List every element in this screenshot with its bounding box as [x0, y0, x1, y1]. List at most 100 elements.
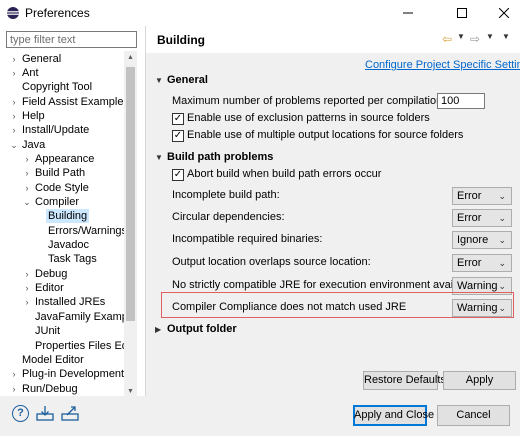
apply-and-close-button[interactable]: Apply and Close: [353, 405, 434, 426]
expand-arrow-icon[interactable]: ›: [9, 382, 19, 396]
expand-arrow-icon[interactable]: ›: [9, 367, 19, 381]
tree-item[interactable]: › Code Style: [0, 181, 124, 195]
build-path-section-title: Build path problems: [167, 151, 274, 163]
tree-item[interactable]: Javadoc: [0, 238, 124, 252]
preferences-sidebar: ›General›AntCopyright Tool›Field Assist …: [0, 26, 144, 411]
abort-build-checkbox[interactable]: ✓: [172, 169, 184, 181]
tree-item[interactable]: Properties Files Editor: [0, 339, 124, 353]
tree-item-label: Help: [22, 109, 45, 122]
scrollbar-thumb[interactable]: [126, 67, 135, 321]
build-path-section-header[interactable]: ▼ Build path problems: [155, 151, 273, 163]
general-section-header[interactable]: ▼ General: [155, 74, 208, 86]
expand-arrow-icon[interactable]: ›: [9, 52, 19, 66]
tree-item[interactable]: › Build Path: [0, 166, 124, 180]
tree-item[interactable]: › Appearance: [0, 152, 124, 166]
close-icon: [499, 8, 509, 18]
expand-arrow-icon[interactable]: ›: [22, 281, 32, 295]
expand-arrow-icon[interactable]: ›: [22, 152, 32, 166]
tree-item[interactable]: Task Tags: [0, 252, 124, 266]
page-header: Building ⇦ ▼ ⇨ ▼ ▼: [146, 26, 520, 53]
severity-row-label: Incomplete build path:: [172, 189, 280, 201]
expand-arrow-icon[interactable]: ›: [22, 166, 32, 180]
multiple-output-checkbox[interactable]: ✓: [172, 130, 184, 142]
tree-item-label: Field Assist Example Pref: [22, 95, 124, 108]
collapse-arrow-icon[interactable]: ⌄: [22, 195, 32, 209]
severity-dropdown[interactable]: Error ⌄: [452, 254, 512, 272]
tree-item-label: Debug: [35, 267, 68, 280]
tree-item[interactable]: › Debug: [0, 267, 124, 281]
tree-item-label: Appearance: [35, 152, 95, 165]
sidebar-scrollbar[interactable]: ▲ ▼: [124, 51, 137, 411]
apply-button[interactable]: Apply: [443, 371, 516, 390]
severity-dropdown[interactable]: Ignore ⌄: [452, 231, 512, 249]
chevron-down-icon: ⌄: [498, 258, 506, 268]
expand-arrow-icon[interactable]: ›: [22, 267, 32, 281]
tree-item-label: Building: [46, 209, 90, 224]
tree-item-label: Javadoc: [48, 239, 89, 252]
scroll-up-icon[interactable]: ▲: [124, 51, 137, 64]
tree-item[interactable]: Copyright Tool: [0, 80, 124, 94]
view-menu-icon[interactable]: ▼: [502, 32, 510, 41]
import-icon[interactable]: [36, 405, 54, 421]
collapse-arrow-icon: ▼: [155, 153, 163, 162]
tree-item[interactable]: JUnit: [0, 324, 124, 338]
tree-item-label: JUnit: [35, 325, 61, 338]
output-folder-section-title: Output folder: [167, 323, 237, 335]
collapse-arrow-icon: ▼: [155, 76, 163, 85]
close-window-button[interactable]: [482, 0, 520, 26]
cancel-button[interactable]: Cancel: [437, 405, 510, 426]
tree-item[interactable]: › Install/Update: [0, 123, 124, 137]
tree-item[interactable]: JavaFamily Example: [0, 310, 124, 324]
severity-row-label: Circular dependencies:: [172, 211, 285, 223]
back-arrow-icon[interactable]: ⇦: [442, 32, 452, 46]
minimize-button[interactable]: [386, 0, 430, 26]
tree-item[interactable]: › Ant: [0, 66, 124, 80]
exclusion-label: Enable use of exclusion patterns in sour…: [187, 112, 430, 124]
expand-arrow-icon[interactable]: ›: [9, 95, 19, 109]
tree-item[interactable]: Errors/Warnings: [0, 224, 124, 238]
tree-item-label: JavaFamily Example: [35, 310, 124, 323]
maximize-button[interactable]: [440, 0, 484, 26]
tree-item-label: Installed JREs: [35, 296, 106, 309]
collapse-arrow-icon[interactable]: ⌄: [9, 138, 19, 152]
tree-item[interactable]: › General: [0, 52, 124, 66]
multiple-output-label: Enable use of multiple output locations …: [187, 129, 464, 141]
tree-item-label: Code Style: [35, 181, 89, 194]
expand-arrow-icon[interactable]: ›: [9, 109, 19, 123]
tree-item[interactable]: Model Editor: [0, 353, 124, 367]
maximize-icon: [457, 8, 467, 18]
tree-item[interactable]: Building: [0, 209, 124, 224]
output-folder-section-header[interactable]: ▶ Output folder: [155, 323, 237, 335]
expand-arrow-icon[interactable]: ›: [22, 181, 32, 195]
expand-arrow-icon[interactable]: ›: [9, 66, 19, 80]
severity-dropdown[interactable]: Error ⌄: [452, 209, 512, 227]
configure-project-link[interactable]: Configure Project Specific Settings...: [365, 59, 520, 71]
expand-arrow-icon[interactable]: ›: [22, 295, 32, 309]
tree-item[interactable]: › Installed JREs: [0, 295, 124, 309]
help-icon[interactable]: ?: [12, 405, 29, 422]
filter-input[interactable]: [6, 31, 137, 48]
tree-item[interactable]: ›Field Assist Example Pref: [0, 95, 125, 109]
export-icon[interactable]: [61, 405, 79, 421]
tree-item-label: Run/Debug: [22, 382, 78, 395]
exclusion-checkbox[interactable]: ✓: [172, 113, 184, 125]
severity-value: Warning: [457, 280, 498, 292]
tree-item[interactable]: › Editor: [0, 281, 124, 295]
expand-arrow-icon[interactable]: ›: [9, 123, 19, 137]
tree-item-label: Task Tags: [48, 253, 97, 266]
tree-item[interactable]: ⌄ Compiler: [0, 195, 124, 209]
restore-defaults-button[interactable]: Restore Defaults: [363, 371, 446, 390]
forward-arrow-icon[interactable]: ⇨: [470, 32, 480, 46]
general-section-title: General: [167, 74, 208, 86]
tree-item-label: Java: [22, 138, 46, 151]
tree-item-label: Install/Update: [22, 124, 90, 137]
tree-item[interactable]: ⌄ Java: [0, 138, 124, 152]
forward-dropdown-icon[interactable]: ▼: [486, 32, 494, 41]
severity-dropdown[interactable]: Error ⌄: [452, 187, 512, 205]
back-dropdown-icon[interactable]: ▼: [457, 32, 465, 41]
tree-item[interactable]: › Help: [0, 109, 124, 123]
max-problems-field[interactable]: [437, 93, 485, 109]
title-bar: Preferences: [0, 0, 520, 26]
tree-item[interactable]: › Plug-in Development: [0, 367, 125, 381]
tree-item[interactable]: › Run/Debug: [0, 382, 124, 396]
